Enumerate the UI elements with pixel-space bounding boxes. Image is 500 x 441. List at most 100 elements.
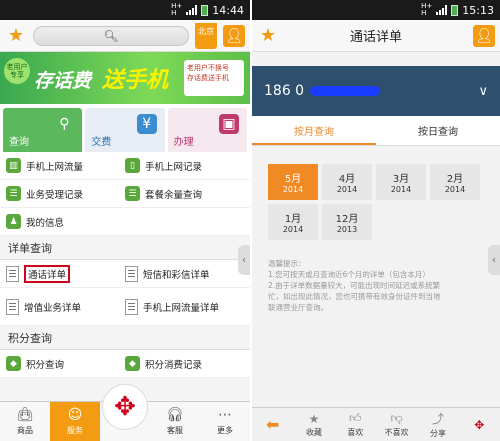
right-screen: H+ H 15:13 ★ 通话详单 👤︎ 186 0 ∨ 按月查询 按日查询 5月… — [252, 0, 500, 441]
phone-number-selector[interactable]: 186 0 ∨ — [252, 66, 500, 116]
banner-tag: 老用户专享 — [4, 58, 30, 84]
section-points-title: 积分查询 — [0, 326, 250, 350]
month-button[interactable]: 5月 2014 — [268, 164, 318, 200]
unicom-logo-icon: ✥ — [474, 417, 485, 432]
briefcase-icon: ▣ — [218, 114, 239, 134]
chart-icon: ▥ — [6, 158, 21, 173]
section-detail-title: 详单查询 — [0, 236, 250, 260]
month-button[interactable]: 4月 2014 — [322, 164, 372, 200]
home-button[interactable]: ✥ — [459, 418, 500, 432]
region-selector[interactable]: 北京 — [195, 22, 217, 49]
share-button[interactable]: ⤴ 分享 — [417, 410, 458, 439]
document-icon — [125, 298, 138, 315]
nav-customer-service[interactable]: 🎧︎ 客服 — [150, 402, 200, 441]
clock: 15:13 — [462, 3, 494, 17]
call-detail-highlight: 通话详单 — [24, 264, 71, 283]
menu-row: ▥ 手机上网流量 ▯ 手机上网记录 — [0, 152, 250, 180]
title-bar: ★ 通话详单 👤︎ — [252, 20, 500, 52]
favorite-button[interactable]: ★ 收藏 — [293, 412, 334, 438]
nav-service[interactable]: ☺ 服务 — [50, 402, 100, 441]
month-button[interactable]: 3月 2014 — [376, 164, 426, 200]
status-bar: H+ H 15:13 — [252, 0, 500, 20]
query-tabs: 按月查询 按日查询 — [252, 116, 500, 146]
search-input[interactable]: 🔍︎ — [33, 25, 189, 46]
banner-headline-2: 送手机 — [102, 68, 169, 93]
tab-by-day[interactable]: 按日查询 — [376, 116, 500, 145]
status-bar: H+ H 14:44 — [0, 0, 250, 20]
signal-icon — [186, 5, 198, 15]
headset-icon: 🎧︎ — [166, 407, 184, 423]
category-pay[interactable]: ¥ 交费 — [85, 108, 165, 152]
unicom-logo-icon: ✥ — [102, 384, 148, 430]
top-bar: ★ 🔍︎ 北京 👤︎ — [0, 20, 250, 52]
month-button[interactable]: 2月 2014 — [430, 164, 480, 200]
list-icon: ☰ — [125, 186, 140, 201]
menu-item-plan-balance[interactable]: ☰ 套餐余量查询 — [125, 186, 244, 201]
nav-more[interactable]: ⋯ 更多 — [200, 402, 250, 441]
menu-item-data-records[interactable]: ▯ 手机上网记录 — [125, 158, 244, 173]
category-row: ⚲ 查询 ¥ 交费 ▣ 办理 — [0, 104, 250, 152]
back-arrow-icon: ⬅ — [265, 415, 280, 434]
month-grid: 5月 2014 4月 2014 3月 2014 2月 2014 1月 2014 12月 20… — [252, 146, 500, 240]
more-icon: ⋯ — [218, 407, 232, 423]
page-title: 通话详单 — [349, 30, 402, 45]
network-type: H+ H — [421, 2, 433, 17]
tab-by-month[interactable]: 按月查询 — [252, 116, 376, 145]
signal-icon — [436, 5, 448, 15]
bottom-nav: 👜︎ 商品 ☺ 服务 ✥ 🎧︎ 客服 ⋯ 更多 — [0, 384, 250, 441]
promo-banner[interactable]: 老用户专享 存话费 送手机 老用户不换号 存话费送手机 — [0, 52, 250, 104]
menu-row: ◆ 积分查询 ◆ 积分消费记录 — [0, 350, 250, 378]
menu-item-my-info[interactable]: ♟ 我的信息 — [6, 214, 244, 229]
nav-home[interactable]: ✥ — [100, 384, 150, 441]
back-button[interactable]: ⬅ — [252, 415, 293, 434]
dislike-button[interactable]: 👎︎ 不喜欢 — [376, 411, 417, 438]
phone-number: 186 0 — [264, 83, 305, 99]
nav-products[interactable]: 👜︎ 商品 — [0, 402, 50, 441]
menu-item-points-records[interactable]: ◆ 积分消费记录 — [125, 356, 244, 371]
battery-icon — [201, 4, 209, 16]
points-icon: ◆ — [6, 356, 21, 371]
document-icon — [125, 265, 138, 282]
thumbs-down-icon: 👎︎ — [390, 411, 403, 425]
service-icon: ☺ — [67, 407, 83, 423]
month-button[interactable]: 1月 2014 — [268, 204, 318, 240]
category-query[interactable]: ⚲ 查询 — [3, 108, 83, 152]
menu-item-data-usage[interactable]: ▥ 手机上网流量 — [6, 158, 125, 173]
tips-text: 温馨提示： 1.您可按天或月查询近6个月的详单（包含本月） 2.由于详单数据量较… — [268, 259, 441, 312]
chevron-down-icon: ∨ — [478, 83, 488, 99]
menu-item-call-detail[interactable]: 通话详单 — [6, 264, 125, 283]
menu-item-points-query[interactable]: ◆ 积分查询 — [6, 356, 125, 371]
side-collapse-handle[interactable]: ‹ — [488, 245, 500, 275]
menu-row: ♟ 我的信息 — [0, 208, 250, 236]
menu-item-vas-detail[interactable]: 增值业务详单 — [6, 298, 125, 315]
search-icon: ⚲ — [59, 116, 70, 132]
document-icon — [6, 298, 19, 315]
menu-item-data-detail[interactable]: 手机上网流量详单 — [125, 298, 244, 315]
bottom-toolbar: ⬅ ★ 收藏 👍︎ 喜欢 👎︎ 不喜欢 ⤴ 分享 ✥ — [252, 407, 500, 441]
month-button[interactable]: 12月 2013 — [322, 204, 372, 240]
battery-icon — [451, 4, 459, 16]
list-icon: ☰ — [6, 186, 21, 201]
search-icon: 🔍︎ — [103, 28, 119, 43]
document-icon — [6, 265, 19, 282]
side-collapse-handle[interactable]: ‹ — [238, 245, 250, 275]
menu-item-sms-detail[interactable]: 短信和彩信详单 — [125, 265, 244, 282]
star-icon: ★ — [308, 411, 320, 426]
favorite-star-icon[interactable]: ★ — [5, 25, 27, 47]
user-icon[interactable]: 👤︎ — [472, 24, 495, 47]
clock: 14:44 — [212, 3, 244, 17]
user-icon[interactable]: 👤︎ — [223, 24, 245, 47]
left-screen: H+ H 14:44 ★ 🔍︎ 北京 👤︎ 老用户专享 存话费 送手机 老用户不换… — [0, 0, 250, 441]
menu-row: 增值业务详单 手机上网流量详单 — [0, 288, 250, 326]
people-icon: ♟ — [6, 214, 21, 229]
favorite-star-icon[interactable]: ★ — [257, 25, 279, 47]
bag-icon: 👜︎ — [16, 407, 34, 423]
menu-item-business-records[interactable]: ☰ 业务受理记录 — [6, 186, 125, 201]
points-icon: ◆ — [125, 356, 140, 371]
category-handle[interactable]: ▣ 办理 — [167, 108, 247, 152]
redaction-scribble — [310, 86, 381, 96]
phone-icon: ▯ — [125, 158, 140, 173]
like-button[interactable]: 👍︎ 喜欢 — [335, 411, 376, 438]
thumbs-up-icon: 👍︎ — [349, 411, 362, 425]
network-type: H+ H — [171, 2, 183, 17]
